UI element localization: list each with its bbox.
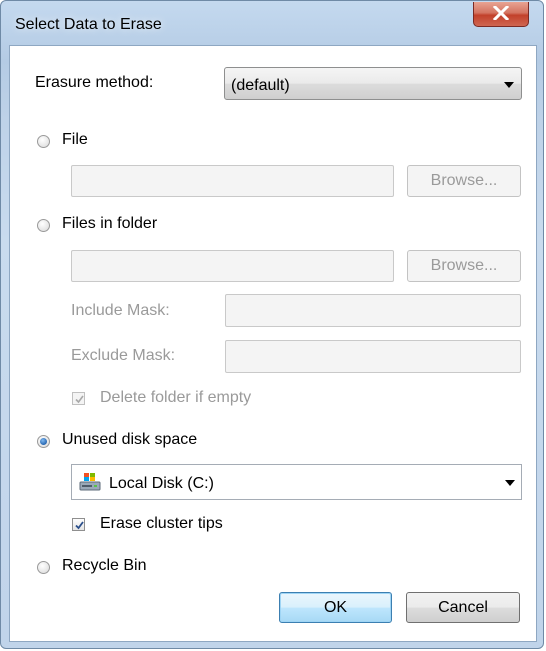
folder-browse-button[interactable]: Browse... xyxy=(407,250,521,282)
erasure-method-select[interactable]: (default) xyxy=(224,67,522,100)
cancel-button[interactable]: Cancel xyxy=(406,592,520,623)
window-title: Select Data to Erase xyxy=(15,16,162,33)
include-mask-label: Include Mask: xyxy=(71,302,170,319)
dialog-body: Erasure method: (default) File Browse...… xyxy=(9,45,537,642)
dialog-window: Select Data to Erase Erasure method: (de… xyxy=(0,0,544,649)
file-path-input[interactable] xyxy=(71,165,394,197)
files-in-folder-radio[interactable] xyxy=(37,219,50,232)
file-radio[interactable] xyxy=(37,135,50,148)
drive-select[interactable]: Local Disk (C:) xyxy=(71,464,522,500)
chevron-down-icon xyxy=(504,82,514,88)
exclude-mask-input[interactable] xyxy=(225,340,521,373)
erase-cluster-tips-checkbox[interactable] xyxy=(72,518,85,531)
erase-cluster-tips-label: Erase cluster tips xyxy=(100,515,223,532)
delete-folder-if-empty-checkbox[interactable] xyxy=(72,392,85,405)
folder-path-input[interactable] xyxy=(71,250,394,282)
check-icon xyxy=(75,395,84,404)
unused-disk-space-label: Unused disk space xyxy=(62,431,198,448)
recycle-bin-radio[interactable] xyxy=(37,561,50,574)
erasure-method-value: (default) xyxy=(231,77,290,94)
chevron-down-icon xyxy=(505,480,515,486)
close-icon xyxy=(493,6,509,20)
unused-disk-space-radio[interactable] xyxy=(37,435,50,448)
include-mask-input[interactable] xyxy=(225,294,521,327)
recycle-bin-label: Recycle Bin xyxy=(62,557,147,574)
drive-select-value: Local Disk (C:) xyxy=(109,475,214,492)
exclude-mask-label: Exclude Mask: xyxy=(71,347,176,364)
file-browse-button[interactable]: Browse... xyxy=(407,165,521,197)
drive-icon xyxy=(79,473,101,491)
files-in-folder-label: Files in folder xyxy=(62,215,158,232)
title-bar[interactable]: Select Data to Erase xyxy=(1,1,545,45)
close-button[interactable] xyxy=(473,2,529,27)
check-icon xyxy=(75,521,84,530)
erasure-method-label: Erasure method: xyxy=(35,74,154,91)
delete-folder-if-empty-label: Delete folder if empty xyxy=(100,389,252,406)
file-label: File xyxy=(62,131,88,148)
ok-button[interactable]: OK xyxy=(279,592,392,623)
